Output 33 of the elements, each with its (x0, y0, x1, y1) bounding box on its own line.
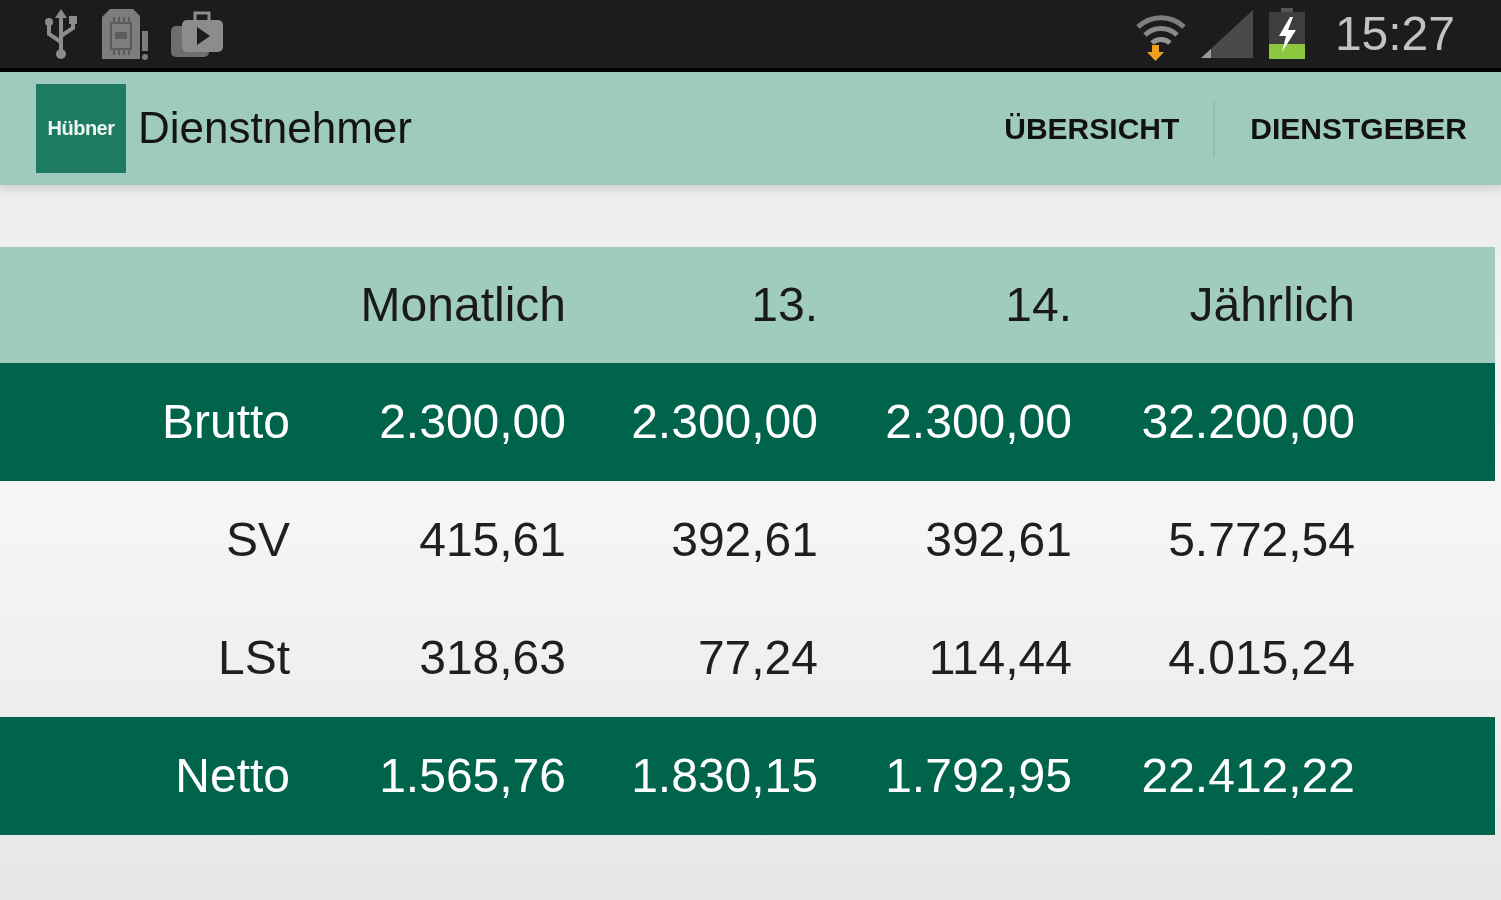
action-button[interactable]: DIENSTGEBER (1215, 72, 1501, 185)
table-cell: 392,61 (671, 512, 818, 568)
table-cell: 2.300,00 (631, 394, 818, 450)
table-cell: 22.412,22 (1141, 748, 1355, 804)
row-label: LSt (217, 630, 290, 686)
table-cell: 4.015,24 (1168, 630, 1355, 686)
column-header: Jährlich (1189, 277, 1355, 333)
table-cell: 392,61 (925, 512, 1072, 568)
table-cell: 114,44 (928, 630, 1072, 686)
table-cell: 2.300,00 (885, 394, 1072, 450)
sd-card-alert-icon (100, 7, 150, 61)
table-cell: 1.792,95 (885, 748, 1072, 804)
table-cell: 415,61 (419, 512, 566, 568)
row-label: Brutto (161, 394, 290, 450)
brand-logo: Hübner (36, 84, 126, 173)
table-cell: 77,24 (697, 630, 818, 686)
action-button[interactable]: ÜBERSICHT (969, 72, 1214, 185)
column-header: Monatlich (360, 277, 566, 333)
battery-charging-icon (1266, 8, 1307, 60)
bag-play-icon (170, 10, 224, 58)
table-cell: 318,63 (419, 630, 566, 686)
table-cell: 5.772,54 (1168, 512, 1355, 568)
row-label: SV (225, 512, 290, 568)
column-header: 14. (1005, 277, 1072, 333)
table-cell: 1.830,15 (631, 748, 818, 804)
column-header: 13. (751, 277, 818, 333)
clock-time: 15:27 (1334, 10, 1455, 58)
table-cell: 2.300,00 (379, 394, 566, 450)
table-cell: 32.200,00 (1141, 394, 1355, 450)
table-cell: 1.565,76 (379, 748, 566, 804)
usb-icon (42, 8, 80, 60)
screen-title: Dienstnehmer (138, 104, 412, 153)
row-label: Netto (175, 748, 290, 804)
